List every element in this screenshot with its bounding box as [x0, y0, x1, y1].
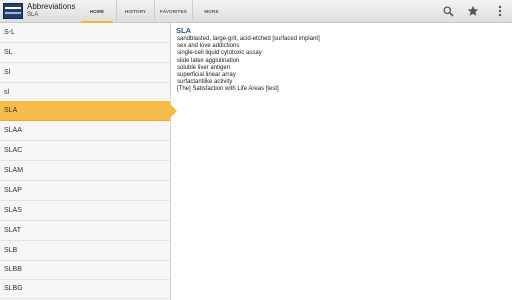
list-item[interactable]: SLAS [0, 201, 170, 221]
tab-favorites[interactable]: FAVORITES [154, 0, 192, 23]
list-item[interactable]: SLAP [0, 181, 170, 201]
definition-item: soluble liver antigen [177, 64, 231, 71]
definition-item: single-cell liquid cytotoxic assay [177, 50, 262, 57]
tab-more[interactable]: MORE [192, 0, 230, 23]
term-title: SLA [176, 26, 191, 35]
abbreviation-list: S-L SL Sl sl SLA SLAA SLAC SLAM SLAP SLA… [0, 23, 177, 300]
tab-bar: HOME HISTORY FAVORITES MORE [78, 0, 230, 23]
app-subtitle: SLA [27, 12, 39, 18]
list-item[interactable]: SLAC [0, 141, 170, 161]
search-icon[interactable] [442, 5, 454, 17]
list-item[interactable]: sl [0, 83, 170, 103]
definition-panel: SLA sandblasted, large-grit, acid-etched… [172, 23, 512, 300]
list-item[interactable]: SLAT [0, 221, 170, 241]
list-item[interactable]: S-L [0, 23, 170, 43]
list-item[interactable]: SLAA [0, 121, 170, 141]
list-item-selected[interactable]: SLA [0, 101, 177, 121]
list-item[interactable]: SLBB [0, 260, 170, 280]
action-bar: Abbreviations SLA HOME HISTORY FAVORITES… [0, 0, 512, 23]
list-item[interactable]: SLAM [0, 161, 170, 181]
star-icon[interactable] [467, 5, 479, 17]
definition-item: [The] Satisfaction with Life Areas [test… [177, 86, 279, 93]
tab-history[interactable]: HISTORY [116, 0, 154, 23]
overflow-menu-icon[interactable] [494, 5, 506, 17]
app-logo-icon[interactable] [3, 3, 23, 19]
definition-list: sandblasted, large-grit, acid-etched [su… [177, 36, 509, 94]
definition-item: superficial linear array [177, 72, 236, 79]
list-item[interactable]: SLBG [0, 279, 170, 299]
definition-item: slide latex agglutination [177, 57, 240, 64]
list-item[interactable]: SL [0, 43, 170, 63]
definition-item: sex and love addictions [177, 43, 240, 50]
definition-item: surfactantlike activity [177, 79, 233, 86]
list-item[interactable]: Sl [0, 63, 170, 83]
app-title: Abbreviations [27, 2, 76, 11]
list-item[interactable]: SLB [0, 241, 170, 261]
definition-item: sandblasted, large-grit, acid-etched [su… [177, 36, 320, 42]
tab-home[interactable]: HOME [78, 0, 116, 23]
